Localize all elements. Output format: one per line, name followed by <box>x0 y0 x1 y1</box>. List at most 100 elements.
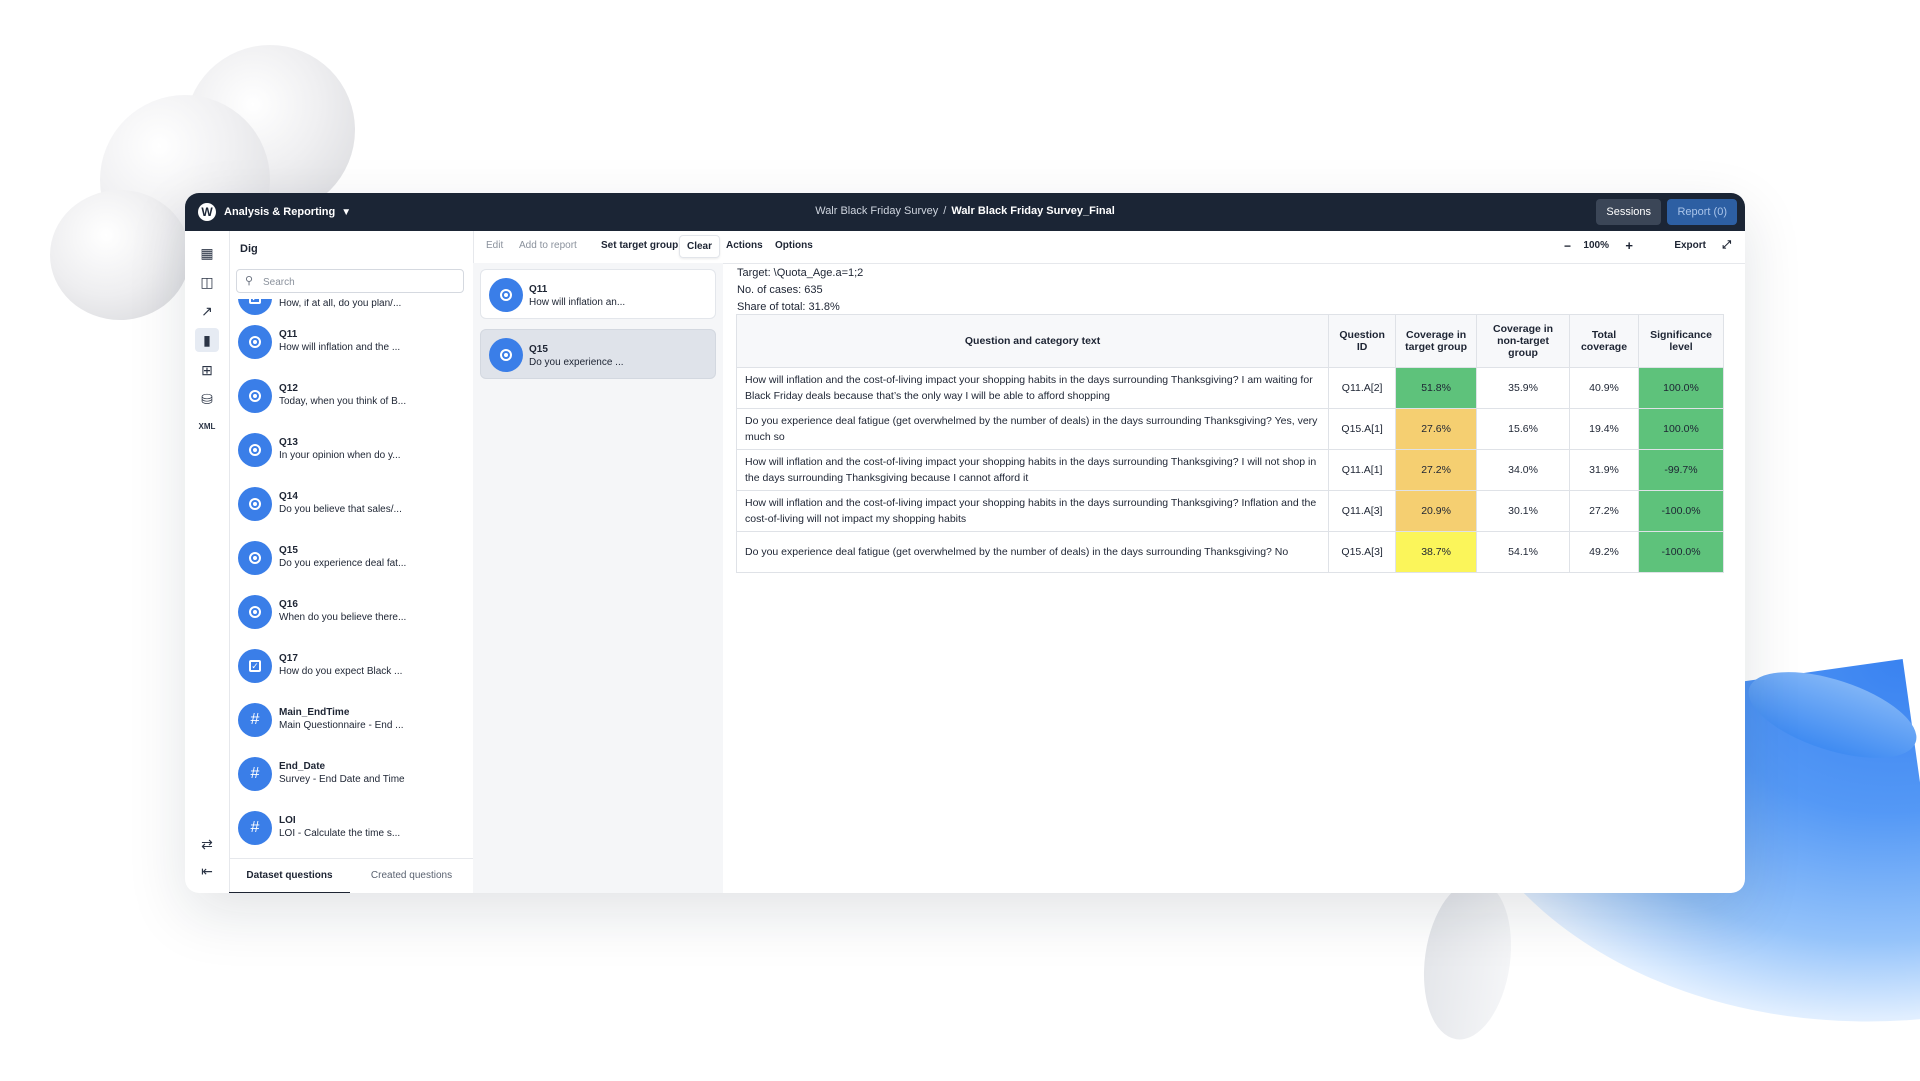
automation-icon[interactable]: ⇄ <box>198 835 216 853</box>
radio-icon <box>238 541 272 575</box>
column-header[interactable]: Total coverage <box>1569 314 1639 368</box>
line-chart-icon[interactable]: ↗ <box>198 302 216 320</box>
options-button[interactable]: Options <box>775 240 813 251</box>
xml-icon[interactable]: XML <box>198 418 216 436</box>
table-row[interactable]: How will inflation and the cost-of-livin… <box>735 449 1725 491</box>
table-row[interactable]: How will inflation and the cost-of-livin… <box>735 490 1725 532</box>
share-info: Share of total: 31.8% <box>737 301 840 313</box>
breadcrumb-parent[interactable]: Walr Black Friday Survey <box>815 205 938 217</box>
cases-info: No. of cases: 635 <box>737 284 823 296</box>
question-desc: In your opinion when do y... <box>279 450 401 461</box>
app-switcher[interactable]: Analysis & Reporting <box>224 206 335 218</box>
walr-logo[interactable]: W <box>198 203 216 221</box>
question-desc: Main Questionnaire - End ... <box>279 720 404 731</box>
question-desc: How will inflation an... <box>529 297 626 308</box>
selected-question-card[interactable]: Q11 How will inflation an... <box>480 269 716 319</box>
search-icon: ⚲ <box>245 275 254 287</box>
total-coverage: 31.9% <box>1569 449 1639 491</box>
grid-icon[interactable]: ⊞ <box>198 361 216 379</box>
nontarget-coverage: 34.0% <box>1476 449 1571 491</box>
report-button[interactable]: Report (0) <box>1667 199 1737 225</box>
table-icon[interactable]: ▦ <box>198 244 216 262</box>
category-text: How will inflation and the cost-of-livin… <box>735 449 1330 491</box>
add-to-report-button[interactable]: Add to report <box>519 240 577 251</box>
question-desc: Survey - End Date and Time <box>279 774 405 785</box>
list-item[interactable]: Q16 When do you believe there... <box>238 593 466 633</box>
significance-level: 100.0% <box>1637 367 1725 409</box>
radio-icon <box>238 325 272 359</box>
column-header[interactable]: Coverage in non-target group <box>1476 314 1571 368</box>
column-header[interactable]: Question and category text <box>735 314 1330 368</box>
list-item[interactable]: # End_Date Survey - End Date and Time <box>238 755 466 795</box>
question-tabs: Dataset questions Created questions <box>229 858 473 893</box>
zoom-in-button[interactable]: + <box>1625 238 1633 253</box>
question-id: Q11.A[1] <box>1328 449 1397 491</box>
list-item[interactable]: Q14 Do you believe that sales/... <box>238 485 466 525</box>
question-desc: Today, when you think of B... <box>279 396 407 407</box>
radio-icon <box>238 433 272 467</box>
zoom-out-button[interactable]: − <box>1564 239 1571 253</box>
table-row[interactable]: Do you experience deal fatigue (get over… <box>735 531 1725 573</box>
clear-button[interactable]: Clear <box>679 235 721 258</box>
question-id: Q11.A[3] <box>1328 490 1397 532</box>
question-name: Q11 <box>529 284 548 295</box>
zoom-level: 100% <box>1583 240 1609 251</box>
list-item[interactable]: # Main_EndTime Main Questionnaire - End … <box>238 701 466 741</box>
breadcrumb-separator: / <box>943 205 947 217</box>
question-desc: How, if at all, do you plan/... <box>279 299 402 309</box>
question-name: Q13 <box>279 437 298 448</box>
radio-icon <box>489 338 523 372</box>
list-item[interactable]: ✓ Q17 How do you expect Black ... <box>238 647 466 687</box>
question-name: Q17 <box>279 653 298 664</box>
question-name: End_Date <box>279 761 326 772</box>
total-coverage: 49.2% <box>1569 531 1639 573</box>
list-item[interactable]: Q11 How will inflation and the ... <box>238 323 466 363</box>
target-coverage: 27.6% <box>1395 408 1478 450</box>
actions-button[interactable]: Actions <box>726 240 763 251</box>
question-desc: How do you expect Black ... <box>279 666 403 677</box>
question-name: Main_EndTime <box>279 707 350 718</box>
decorative-shape <box>1414 874 1521 1046</box>
column-header[interactable]: Coverage in target group <box>1395 314 1478 368</box>
total-coverage: 40.9% <box>1569 367 1639 409</box>
edit-button[interactable]: Edit <box>486 240 503 251</box>
question-name: Q11 <box>279 329 298 340</box>
layout-icon[interactable]: ◫ <box>198 273 216 291</box>
tab-created-questions[interactable]: Created questions <box>350 859 473 892</box>
list-item[interactable]: ✓ How, if at all, do you plan/... <box>238 299 466 319</box>
table-header-row: Question and category text Question ID C… <box>735 314 1725 368</box>
sessions-button[interactable]: Sessions <box>1596 199 1661 225</box>
collapse-icon[interactable]: ⇤ <box>198 862 216 880</box>
nontarget-coverage: 15.6% <box>1476 408 1571 450</box>
set-target-group-button[interactable]: Set target group <box>601 240 678 251</box>
list-item[interactable]: # LOI LOI - Calculate the time s... <box>238 809 466 849</box>
results-table: Question and category text Question ID C… <box>735 314 1725 573</box>
significance-level: -100.0% <box>1637 490 1725 532</box>
selected-question-card[interactable]: Q15 Do you experience ... <box>480 329 716 379</box>
target-info: Target: \Quota_Age.a=1;2 <box>737 267 864 279</box>
table-row[interactable]: How will inflation and the cost-of-livin… <box>735 367 1725 409</box>
bar-chart-icon[interactable]: ▮ <box>195 328 219 352</box>
radio-icon <box>238 595 272 629</box>
category-text: How will inflation and the cost-of-livin… <box>735 367 1330 409</box>
export-button[interactable]: Export <box>1674 240 1706 251</box>
top-bar: W Analysis & Reporting ▼ Walr Black Frid… <box>185 193 1745 231</box>
expand-icon[interactable]: ⤢ <box>1722 239 1731 252</box>
column-header[interactable]: Significance level <box>1637 314 1725 368</box>
list-item[interactable]: Q12 Today, when you think of B... <box>238 377 466 417</box>
question-name: Q14 <box>279 491 298 502</box>
total-coverage: 19.4% <box>1569 408 1639 450</box>
list-item[interactable]: Q15 Do you experience deal fat... <box>238 539 466 579</box>
nontarget-coverage: 54.1% <box>1476 531 1571 573</box>
search-input[interactable] <box>261 273 455 291</box>
chevron-down-icon[interactable]: ▼ <box>341 207 351 218</box>
table-row[interactable]: Do you experience deal fatigue (get over… <box>735 408 1725 450</box>
search-box[interactable]: ⚲ <box>236 269 464 293</box>
column-header[interactable]: Question ID <box>1328 314 1397 368</box>
tab-dataset-questions[interactable]: Dataset questions <box>229 859 350 893</box>
panel-title: Dig <box>240 243 258 255</box>
question-id: Q15.A[1] <box>1328 408 1397 450</box>
database-icon[interactable]: ⛁ <box>198 390 216 408</box>
toolbar: Edit Add to report Set target group Clea… <box>473 231 1745 264</box>
list-item[interactable]: Q13 In your opinion when do y... <box>238 431 466 471</box>
